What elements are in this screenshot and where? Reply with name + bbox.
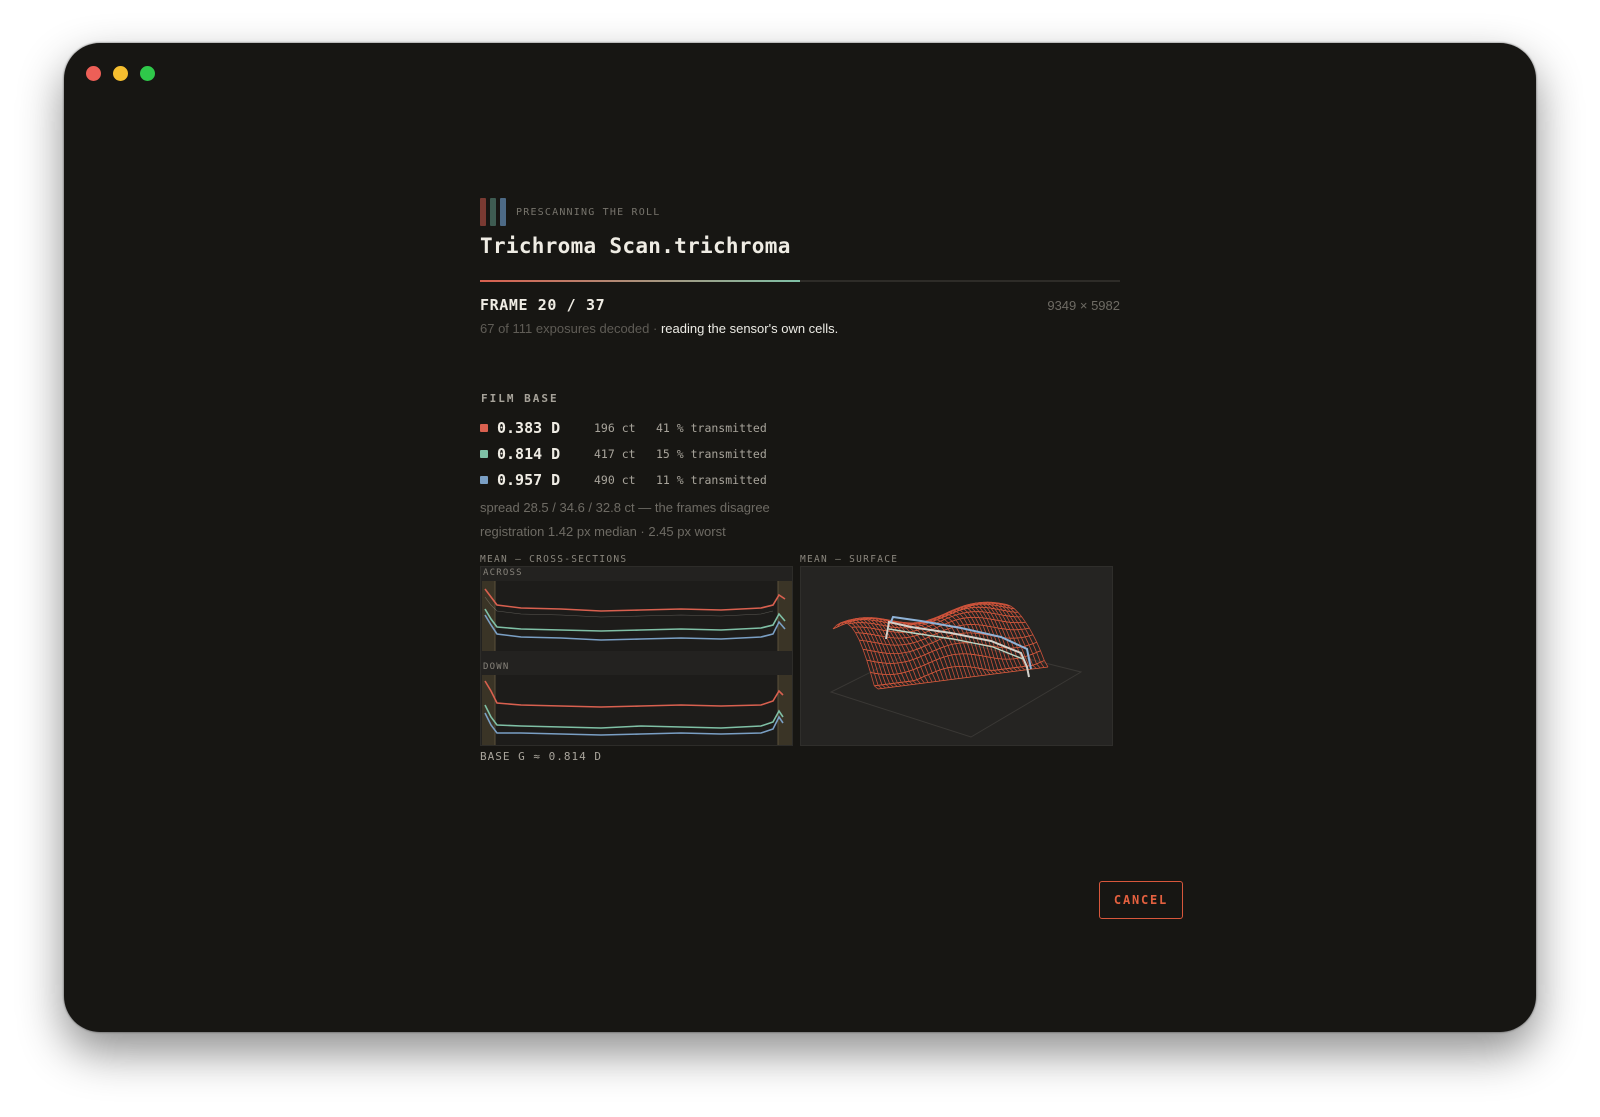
density-list: 0.383 D 196 ct 41 % transmitted 0.814 D …	[480, 415, 1120, 493]
down-label: DOWN	[483, 662, 510, 672]
surface-floor	[829, 636, 1083, 738]
red-swatch	[480, 424, 488, 432]
cross-sections-plot: ACROSS DOWN	[480, 566, 793, 746]
frame-row: FRAME 20 / 37 9349 × 5982	[480, 296, 1120, 314]
density-row-blue: 0.957 D 490 ct 11 % transmitted	[480, 467, 1120, 493]
density-transmitted: 11 % transmitted	[656, 473, 767, 487]
density-transmitted: 15 % transmitted	[656, 447, 767, 461]
status-line: 67 of 111 exposures decoded · reading th…	[480, 321, 1120, 336]
spread-note: spread 28.5 / 34.6 / 32.8 ct — the frame…	[480, 500, 770, 515]
green-swatch	[480, 450, 488, 458]
density-row-green: 0.814 D 417 ct 15 % transmitted	[480, 441, 1120, 467]
close-window-button[interactable]	[86, 66, 101, 81]
surface-label: MEAN — SURFACE	[800, 554, 899, 565]
kicker-row: PRESCANNING THE ROLL	[480, 198, 1120, 226]
density-row-red: 0.383 D 196 ct 41 % transmitted	[480, 415, 1120, 441]
minimize-window-button[interactable]	[113, 66, 128, 81]
blue-swatch	[480, 476, 488, 484]
density-transmitted: 41 % transmitted	[656, 421, 767, 435]
kicker-text: PRESCANNING THE ROLL	[516, 206, 661, 218]
activity-status: reading the sensor's own cells.	[660, 321, 839, 336]
film-base-heading: FILM BASE	[481, 392, 559, 405]
frame-dimensions: 9349 × 5982	[1047, 298, 1120, 313]
rgb-bars-icon	[480, 198, 506, 226]
surface-mesh-column	[832, 621, 879, 690]
maximize-window-button[interactable]	[140, 66, 155, 81]
across-label: ACROSS	[483, 568, 523, 578]
density-value: 0.814 D	[497, 445, 561, 463]
page-title: Trichroma Scan.trichroma	[480, 234, 791, 258]
density-value: 0.957 D	[497, 471, 561, 489]
progress-fill	[480, 280, 800, 282]
cancel-button[interactable]: CANCEL	[1099, 881, 1183, 919]
frame-counter: FRAME 20 / 37	[480, 296, 606, 314]
surface-mesh-column	[848, 618, 894, 688]
exposures-status: 67 of 111 exposures decoded ·	[480, 321, 658, 336]
base-g-readout: BASE G ≈ 0.814 D	[480, 750, 602, 763]
surface-plot	[800, 566, 1113, 746]
cross-sections-label: MEAN — CROSS-SECTIONS	[480, 554, 628, 565]
surface-mesh-row	[851, 611, 1022, 633]
surface-svg	[829, 601, 1083, 738]
progress-bar	[480, 280, 1120, 282]
density-counts: 490 ct	[594, 473, 636, 487]
registration-note: registration 1.42 px median · 2.45 px wo…	[480, 524, 726, 539]
charts-row: MEAN — CROSS-SECTIONS MEAN — SURFACE ACR…	[480, 554, 1120, 764]
cross-sections-svg	[481, 567, 792, 745]
density-counts: 196 ct	[594, 421, 636, 435]
app-window: PRESCANNING THE ROLL Trichroma Scan.tric…	[64, 43, 1536, 1032]
density-counts: 417 ct	[594, 447, 636, 461]
surface-mesh	[832, 601, 1049, 690]
down-edge-right	[778, 675, 792, 745]
surface-mesh-column	[836, 620, 883, 689]
density-value: 0.383 D	[497, 419, 561, 437]
prescan-panel: PRESCANNING THE ROLL Trichroma Scan.tric…	[480, 198, 1120, 764]
